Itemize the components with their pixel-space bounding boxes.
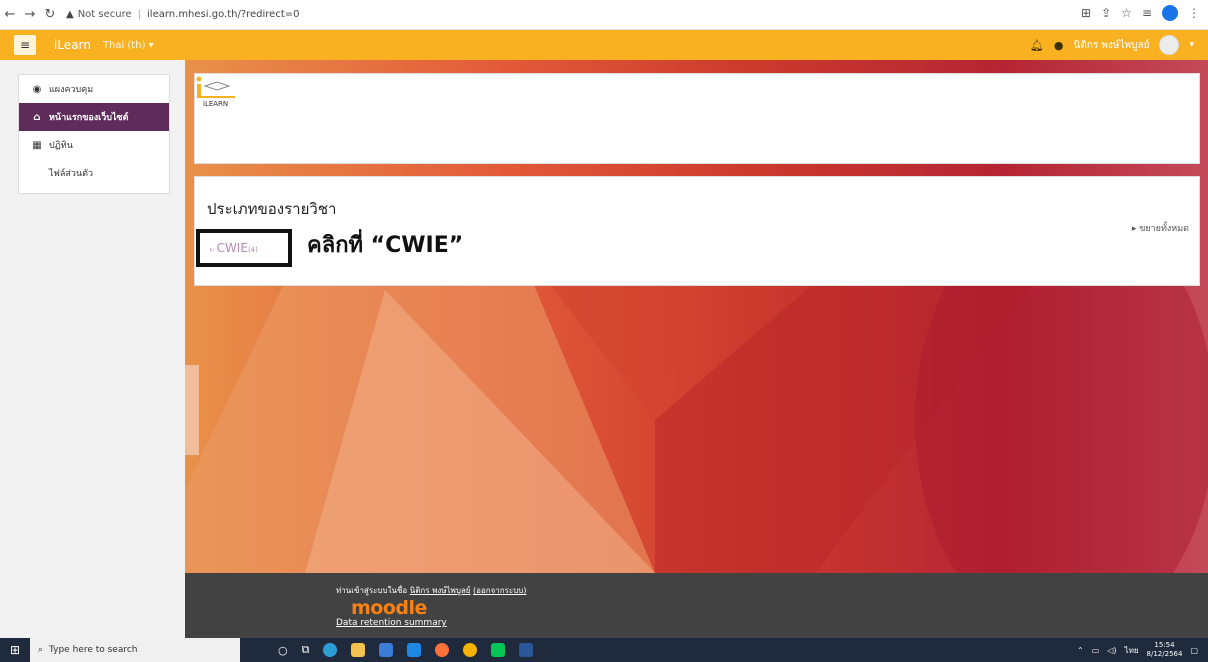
edge-icon[interactable] [323, 643, 338, 657]
section-title: ประเภทของรายวิชา [207, 200, 337, 218]
firefox-icon[interactable] [435, 643, 450, 657]
reload-icon[interactable]: ↻ [40, 7, 60, 22]
course-categories-card: ประเภทของรายวิชา ▸ ขยายทั้งหมด ▹ CWIE(4)… [194, 176, 1200, 286]
username-link[interactable]: นิติกร พงษ์ไพบูลย์ [1074, 38, 1150, 53]
file-explorer-icon[interactable] [351, 643, 366, 657]
chevron-up-icon[interactable]: ⌃ [1077, 646, 1084, 655]
search-icon: ⌕ [38, 645, 44, 655]
cortana-icon[interactable]: ○ [278, 644, 288, 657]
sidebar-item-label: แผงควบคุม [49, 85, 94, 95]
mail-icon[interactable] [407, 643, 422, 657]
hamburger-menu-button[interactable]: ≡ [14, 35, 36, 55]
instruction-annotation: คลิกที่ “CWIE” [307, 233, 464, 258]
menu-icon[interactable]: ⋮ [1188, 6, 1200, 20]
category-link-cwie[interactable]: ▹ CWIE(4) [210, 241, 258, 255]
profile-icon[interactable] [1162, 5, 1178, 21]
browser-actions: ⊞ ⇪ ☆ ≡ ⋮ [1081, 5, 1200, 21]
site-name-link[interactable]: iLearn [54, 38, 91, 52]
calendar-icon: ▦ [32, 139, 42, 151]
category-count: (4) [247, 246, 258, 254]
highlight-box: ▹ CWIE(4) [196, 229, 292, 267]
user-nav: 🔔︎ ● นิติกร พงษ์ไพบูลย์ ▾ [1030, 35, 1194, 55]
line-icon[interactable] [491, 643, 506, 657]
star-icon[interactable]: ☆ [1121, 6, 1132, 20]
category-name[interactable]: CWIE [217, 241, 248, 255]
search-placeholder: Type here to search [49, 645, 138, 655]
windows-taskbar: ⊞ ⌕ Type here to search ○ ⧉ ⌃ ▭ ◁) ไทย 1… [0, 638, 1208, 662]
chrome-icon[interactable] [463, 643, 478, 657]
bell-icon[interactable]: 🔔︎ [1030, 39, 1044, 52]
warning-icon: ▲ [66, 9, 74, 20]
login-info: ท่านเข้าสู่ระบบในชื่อ นิติกร พงษ์ไพบูลย์… [336, 584, 527, 597]
dashboard-icon: ◉ [32, 83, 42, 95]
system-tray: ⌃ ▭ ◁) ไทย 15:54 8/12/2564 ▢ [1077, 641, 1198, 659]
moodle-logo[interactable]: moodle [351, 597, 427, 619]
volume-icon[interactable]: ◁) [1107, 646, 1116, 655]
url-separator: | [137, 9, 142, 20]
reading-list-icon[interactable]: ≡ [1142, 6, 1152, 20]
network-icon[interactable]: ▭ [1092, 646, 1100, 655]
address-bar[interactable]: ▲ Not secure | ilearn.mhesi.go.th/?redir… [66, 4, 300, 26]
sidebar-item-calendar[interactable]: ▦ ปฏิทิน [19, 131, 169, 159]
svg-text:iLEARN: iLEARN [203, 100, 228, 108]
logout-link[interactable]: (ออกจากระบบ) [473, 586, 526, 595]
page-header-card: iLEARN [194, 73, 1200, 164]
input-language[interactable]: ไทย [1125, 644, 1139, 657]
nav-drawer-card: ◉ แผงควบคุม ⌂ หน้าแรกของเว็บไซต์ ▦ ปฏิทิ… [18, 74, 170, 194]
language-menu[interactable]: Thai (th) ▾ [103, 40, 154, 51]
taskbar-search[interactable]: ⌕ Type here to search [30, 638, 240, 662]
expand-all-link[interactable]: ▸ ขยายทั้งหมด [1132, 221, 1189, 235]
store-icon[interactable] [379, 643, 394, 657]
sidebar-item-private-files[interactable]: ไฟล์ส่วนตัว [19, 159, 169, 187]
notification-icon[interactable]: ▢ [1190, 646, 1198, 655]
sidebar-item-label: หน้าแรกของเว็บไซต์ [49, 113, 129, 123]
back-icon[interactable]: ← [0, 7, 20, 22]
sidebar-item-label: ไฟล์ส่วนตัว [49, 169, 94, 179]
nav-drawer: ◉ แผงควบคุม ⌂ หน้าแรกของเว็บไซต์ ▦ ปฏิทิ… [0, 60, 185, 638]
word-icon[interactable] [519, 643, 534, 657]
page-footer: ท่านเข้าสู่ระบบในชื่อ นิติกร พงษ์ไพบูลย์… [185, 573, 1208, 638]
chevron-down-icon[interactable]: ▾ [1189, 40, 1194, 50]
home-icon: ⌂ [33, 111, 41, 123]
avatar[interactable] [1159, 35, 1180, 55]
profile-link[interactable]: นิติกร พงษ์ไพบูลย์ [410, 586, 471, 595]
security-status: Not secure [77, 9, 132, 20]
forward-icon[interactable]: → [20, 7, 40, 22]
site-navbar: ≡ iLearn Thai (th) ▾ 🔔︎ ● นิติกร พงษ์ไพบ… [0, 30, 1208, 60]
clock[interactable]: 15:54 8/12/2564 [1147, 641, 1183, 659]
login-prefix: ท่านเข้าสู่ระบบในชื่อ [336, 586, 408, 595]
sidebar-item-label: ปฏิทิน [49, 141, 73, 151]
page-content: iLEARN ประเภทของรายวิชา ▸ ขยายทั้งหมด ▹ … [185, 60, 1208, 573]
taskbar-apps: ○ ⧉ [278, 643, 534, 657]
data-retention-link[interactable]: Data retention summary [336, 618, 447, 628]
sidebar-item-dashboard[interactable]: ◉ แผงควบคุม [19, 75, 169, 103]
sidebar-item-site-home[interactable]: ⌂ หน้าแรกของเว็บไซต์ [19, 103, 169, 131]
url-text[interactable]: ilearn.mhesi.go.th/?redirect=0 [147, 9, 299, 20]
ilearn-logo[interactable]: iLEARN [195, 74, 255, 108]
windows-start-icon[interactable]: ⊞ [0, 638, 30, 662]
share-icon[interactable]: ⇪ [1101, 6, 1111, 20]
message-icon[interactable]: ● [1054, 39, 1064, 52]
task-view-icon[interactable]: ⧉ [302, 643, 310, 657]
browser-toolbar: ← → ↻ ▲ Not secure | ilearn.mhesi.go.th/… [0, 0, 1208, 30]
translate-icon[interactable]: ⊞ [1081, 6, 1091, 20]
